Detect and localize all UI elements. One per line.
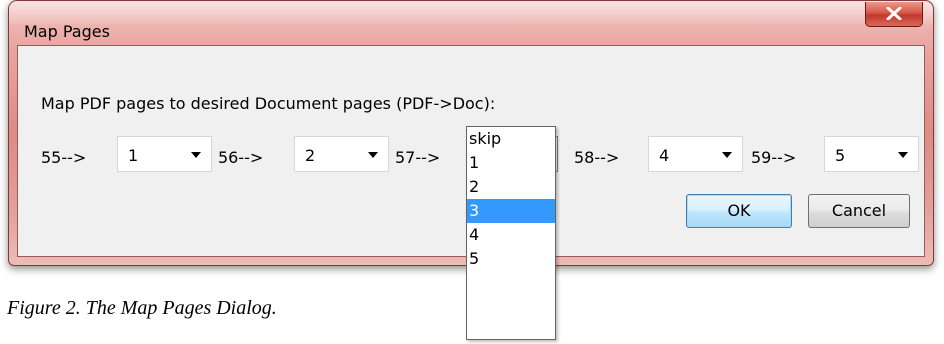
title-bar[interactable]: Map Pages <box>9 1 933 45</box>
page-map-select-58[interactable]: 4 <box>648 136 743 172</box>
dropdown-option-4[interactable]: 4 <box>467 223 555 247</box>
page-map-select-56[interactable]: 2 <box>294 136 389 172</box>
instruction-text: Map PDF pages to desired Document pages … <box>41 94 496 113</box>
cancel-button[interactable]: Cancel <box>808 194 910 228</box>
dropdown-option-1[interactable]: 1 <box>467 151 555 175</box>
close-icon <box>886 7 902 20</box>
dropdown-option-2[interactable]: 2 <box>467 175 555 199</box>
chevron-down-icon <box>898 152 908 158</box>
page-map-select-55[interactable]: 1 <box>117 136 212 172</box>
figure-caption: Figure 2. The Map Pages Dialog. <box>7 297 277 319</box>
select-value: 4 <box>659 146 670 165</box>
page-map-label-56: 56--> <box>218 148 264 167</box>
dropdown-option-skip[interactable]: skip <box>467 127 555 151</box>
chevron-down-icon <box>722 152 732 158</box>
select-value: 1 <box>128 146 139 165</box>
dropdown-option-3[interactable]: 3 <box>467 199 555 223</box>
chevron-down-icon <box>191 152 201 158</box>
select-value: 5 <box>835 146 846 165</box>
select-value: 2 <box>305 146 316 165</box>
page-map-label-57: 57--> <box>395 148 441 167</box>
dropdown-option-5[interactable]: 5 <box>467 247 555 271</box>
screenshot-stage: Map Pages Map PDF pages to desired Docum… <box>0 0 944 344</box>
page-map-dropdown-list: skip 1 2 3 4 5 <box>466 126 556 340</box>
window-title: Map Pages <box>24 22 110 41</box>
ok-button[interactable]: OK <box>686 194 792 228</box>
page-map-label-59: 59--> <box>751 148 797 167</box>
page-map-select-59[interactable]: 5 <box>824 136 919 172</box>
page-map-label-58: 58--> <box>574 148 620 167</box>
chevron-down-icon <box>368 152 378 158</box>
close-button[interactable] <box>865 2 923 27</box>
page-map-label-55: 55--> <box>41 148 87 167</box>
